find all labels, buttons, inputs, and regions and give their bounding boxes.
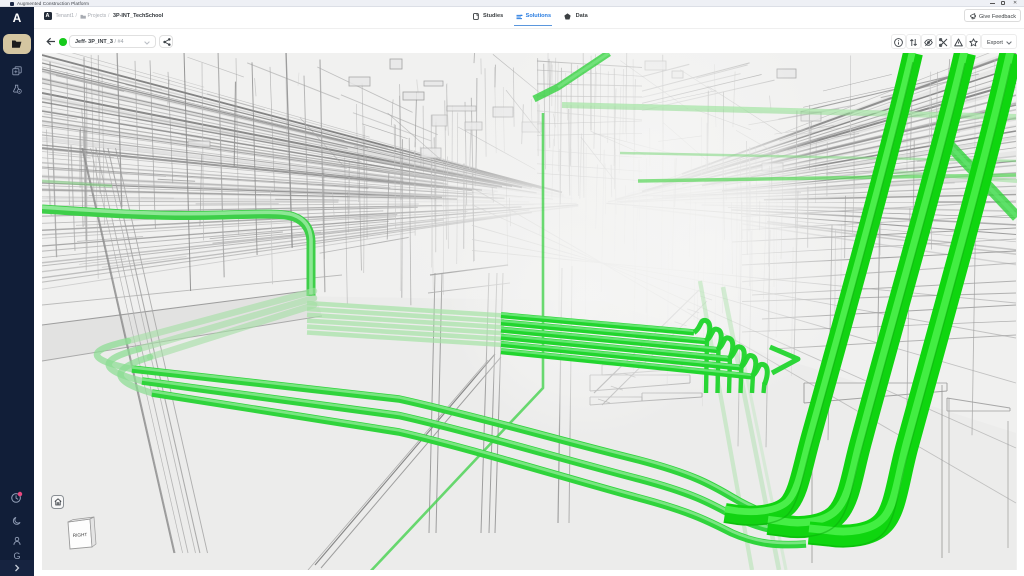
svg-text:RIGHT: RIGHT [73, 532, 88, 538]
